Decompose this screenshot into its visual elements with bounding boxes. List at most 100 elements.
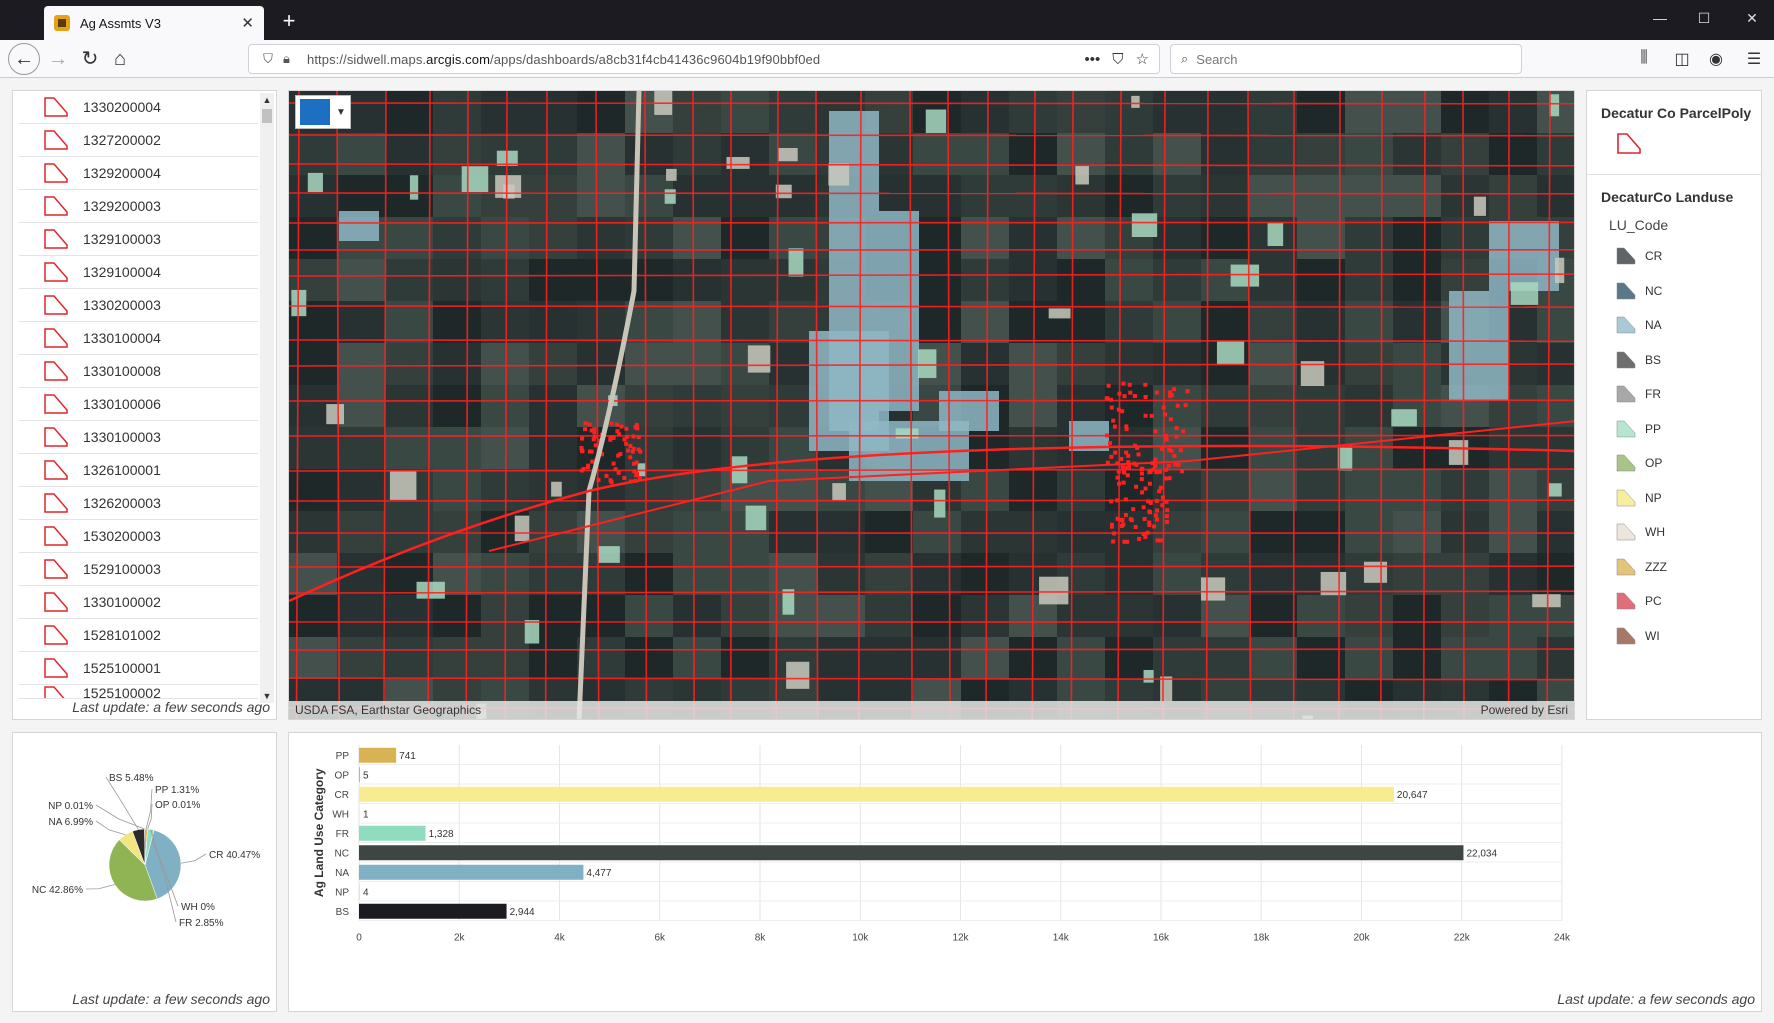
bar-np[interactable]: [359, 884, 360, 900]
bar-pp[interactable]: [359, 747, 397, 763]
bar-fr[interactable]: [359, 825, 426, 841]
bookmark-star-icon[interactable]: ☆: [1136, 50, 1149, 68]
map-parcel-line: [289, 499, 1574, 502]
map-field: [1153, 91, 1201, 133]
list-item[interactable]: 1528101002: [19, 619, 258, 652]
parcel-id: 1329200003: [83, 198, 161, 214]
list-item[interactable]: 1330100003: [19, 421, 258, 454]
map-town-block: [1128, 390, 1133, 395]
map-town-block: [1165, 519, 1170, 524]
bar-xtick-label: 2k: [454, 933, 466, 944]
list-item[interactable]: 1330200003: [19, 289, 258, 322]
list-item[interactable]: 1530200003: [19, 520, 258, 553]
list-item[interactable]: 1330100004: [19, 322, 258, 355]
map-field: [961, 637, 1009, 679]
account-icon[interactable]: ◉: [1706, 49, 1726, 69]
bar-op[interactable]: [359, 767, 360, 783]
lock-icon[interactable]: 🔒︎: [283, 51, 299, 67]
list-item[interactable]: 1330100006: [19, 388, 258, 421]
pie-label: NC 42.86%: [32, 885, 83, 896]
map-field: [1441, 469, 1489, 511]
map-patch: [1131, 213, 1158, 237]
map-patch: [1391, 409, 1417, 427]
list-item[interactable]: 1525100001: [19, 652, 258, 685]
map-field: [625, 385, 673, 427]
shield-icon[interactable]: ⛉: [259, 51, 277, 67]
list-item[interactable]: 1525100002: [19, 685, 258, 699]
list-item[interactable]: 1329200003: [19, 190, 258, 223]
back-arrow-icon[interactable]: ←: [8, 43, 40, 75]
map-town-block: [1125, 539, 1130, 544]
bar-bs[interactable]: [359, 903, 507, 919]
list-scrollbar[interactable]: ▲ ▼: [260, 93, 274, 703]
map-parcel-line: [1462, 91, 1465, 719]
map-field: [1153, 595, 1201, 637]
minimize-icon[interactable]: —: [1650, 10, 1670, 26]
bar-value-label: 22,034: [1466, 848, 1497, 859]
map-panel[interactable]: ▼ USDA FSA, Earthstar Geographics Powere…: [288, 90, 1575, 720]
basemap-selector-button[interactable]: ▼: [295, 95, 351, 129]
url-bar[interactable]: ⛉ 🔒︎ https://sidwell.maps.arcgis.com/app…: [248, 44, 1160, 74]
map-town-block: [1168, 417, 1173, 422]
new-tab-button[interactable]: +: [276, 8, 302, 34]
map-patch: [832, 483, 846, 501]
map-field: [817, 553, 865, 595]
map-field: [1249, 385, 1297, 427]
aerial-map[interactable]: [289, 91, 1575, 720]
map-field: [433, 385, 481, 427]
map-town-block: [1143, 535, 1148, 540]
maximize-icon[interactable]: ☐: [1694, 10, 1714, 27]
list-item[interactable]: 1330200004: [19, 91, 258, 124]
map-patch: [934, 489, 946, 518]
home-icon[interactable]: ⌂: [106, 46, 134, 72]
list-item[interactable]: 1326200003: [19, 487, 258, 520]
reload-icon[interactable]: ↻: [76, 46, 104, 72]
map-town-block: [1113, 450, 1118, 455]
browser-tab[interactable]: Ag Assmts V3 ✕: [44, 6, 264, 40]
menu-icon[interactable]: ☰: [1744, 49, 1764, 69]
bar-chart[interactable]: 0 2k 4k 6k 8k 10k 12k 14k 16k 18k 20k 22k 24k PP 741 OP…: [289, 733, 1761, 983]
search-input[interactable]: ⌕ Search: [1170, 44, 1522, 74]
map-field: [1393, 217, 1441, 259]
pocket-icon[interactable]: ⛉: [1112, 51, 1123, 68]
list-item[interactable]: 1327200002: [19, 124, 258, 157]
bar-cr[interactable]: [359, 786, 1394, 802]
scroll-up-icon[interactable]: ▲: [260, 93, 274, 107]
bar-wh[interactable]: [359, 806, 360, 822]
tab-close-icon[interactable]: ✕: [241, 14, 254, 32]
map-field: [529, 259, 577, 301]
map-town-block: [1143, 382, 1148, 387]
map-town-block: [1143, 486, 1148, 491]
list-item[interactable]: 1329200004: [19, 157, 258, 190]
list-item[interactable]: 1326100001: [19, 454, 258, 487]
list-item[interactable]: 1529100003: [19, 553, 258, 586]
list-item[interactable]: 1329100003: [19, 223, 258, 256]
url-text[interactable]: https://sidwell.maps.arcgis.com/apps/das…: [307, 52, 1073, 67]
list-item[interactable]: 1330100008: [19, 355, 258, 388]
map-field: [577, 385, 625, 427]
library-icon[interactable]: ⫼: [1634, 49, 1654, 67]
map-field: [1201, 637, 1249, 679]
more-actions-icon[interactable]: •••: [1085, 51, 1101, 68]
map-field: [1105, 259, 1153, 301]
map-field: [481, 301, 529, 343]
sidebar-icon[interactable]: ◫: [1672, 49, 1692, 69]
pie-chart[interactable]: CR 40.47% NC 42.86% NA 6.99% BS 5.48% NP 0.0…: [13, 733, 276, 983]
list-item[interactable]: 1330100002: [19, 586, 258, 619]
bar-na[interactable]: [359, 864, 584, 880]
bar-category-label: FR: [336, 829, 349, 840]
map-town-block: [1132, 394, 1137, 399]
legend-code: FR: [1645, 387, 1661, 402]
parcel-id: 1330200003: [83, 297, 161, 313]
list-item[interactable]: 1329100004: [19, 256, 258, 289]
map-field: [1345, 595, 1393, 637]
parcel-id: 1326100001: [83, 462, 161, 478]
map-field: [1009, 175, 1057, 217]
map-town-block: [1154, 390, 1159, 395]
forward-arrow-icon[interactable]: →: [44, 46, 72, 72]
map-field: [1153, 175, 1201, 217]
close-window-icon[interactable]: ✕: [1742, 10, 1762, 27]
scroll-thumb[interactable]: [262, 109, 272, 123]
bar-nc[interactable]: [359, 845, 1464, 861]
search-placeholder: Search: [1196, 51, 1238, 67]
